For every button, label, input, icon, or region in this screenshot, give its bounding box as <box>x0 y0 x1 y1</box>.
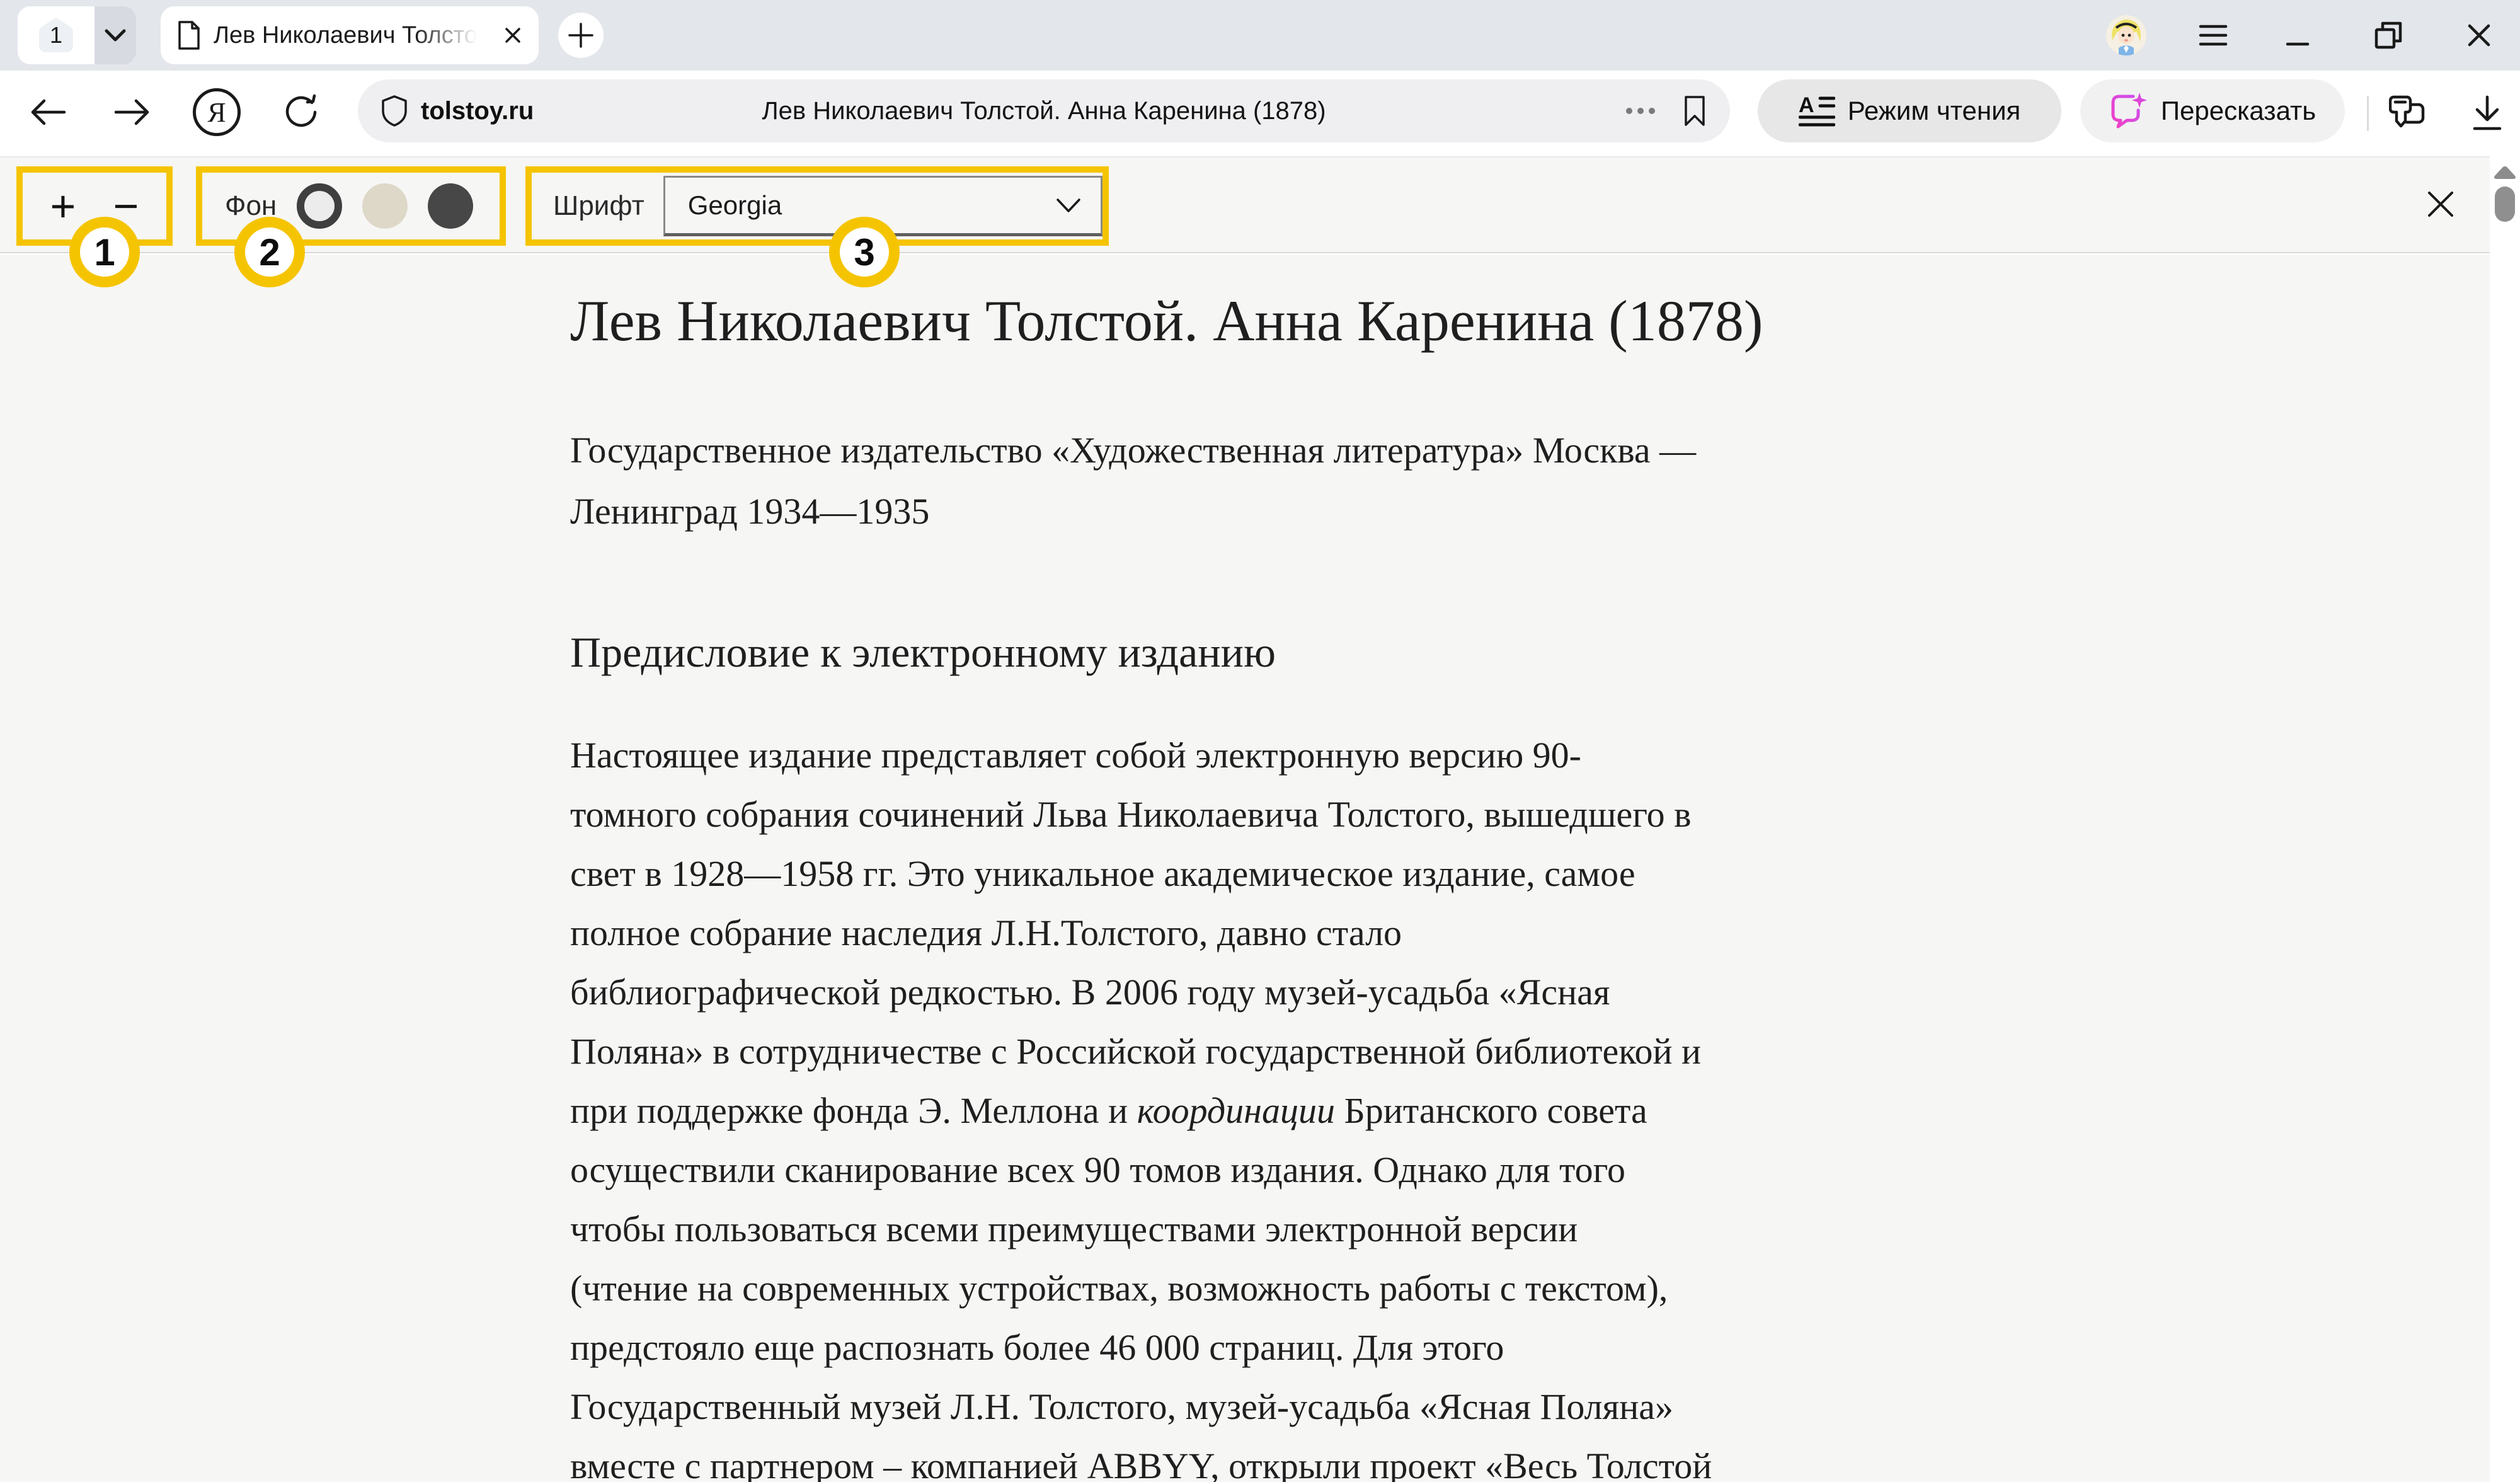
article-subtitle: Государственное издательство «Художестве… <box>570 420 1696 542</box>
tutorial-badge-1: 1 <box>69 217 140 287</box>
retell-button[interactable]: Пересказать <box>2080 79 2345 142</box>
article-title: Лев Николаевич Толстой. Анна Каренина (1… <box>570 287 1763 354</box>
article-heading: Предисловие к электронному изданию <box>570 628 1276 677</box>
browser-tab[interactable]: Лев Николаевич Толстой. Анна Каренина (1… <box>161 6 539 64</box>
tutorial-badge-3: 3 <box>829 217 900 287</box>
forward-button[interactable] <box>102 82 163 142</box>
downloads-button[interactable] <box>2456 82 2519 145</box>
forward-icon <box>113 97 151 127</box>
tab-list-dropdown[interactable] <box>94 6 136 64</box>
tab-counter-shield-icon: 1 <box>38 16 74 55</box>
back-button[interactable] <box>18 82 78 142</box>
close-icon <box>2466 23 2492 48</box>
tab-counter-widget[interactable]: 1 <box>18 6 136 64</box>
tab-title: Лев Николаевич Толстой. Анна Каренина (1… <box>214 22 503 49</box>
svg-text:А: А <box>1799 93 1814 117</box>
paragraph-text: Настоящее издание представляет собой эле… <box>570 735 1701 1131</box>
bg-swatch-dark[interactable] <box>428 183 473 229</box>
download-icon <box>2470 95 2505 132</box>
address-bar[interactable]: Лев Николаевич Толстой. Анна Каренина (1… <box>358 79 1730 142</box>
restore-button[interactable] <box>2360 0 2417 71</box>
reading-mode-icon: А <box>1799 93 1835 129</box>
browser-window: 1 Лев Николаевич Толстой. Анна Каренина … <box>0 0 2520 1482</box>
tab-counter-value: 1 <box>50 22 62 49</box>
plus-icon <box>567 21 595 49</box>
new-tab-button[interactable] <box>558 13 604 58</box>
zoom-in-button[interactable]: + <box>50 184 76 228</box>
user-avatar[interactable] <box>2106 15 2146 55</box>
reading-mode-label: Режим чтения <box>1848 96 2021 126</box>
font-label: Шрифт <box>553 190 644 222</box>
bg-swatch-light[interactable] <box>297 183 342 229</box>
reading-toolbar: + − Фон Шрифт Georgia <box>0 156 2490 253</box>
reload-button[interactable] <box>271 82 331 142</box>
retell-sparkle-icon <box>2109 91 2148 130</box>
close-reading-icon <box>2426 189 2456 219</box>
bookmark-icon[interactable] <box>1682 95 1707 127</box>
shield-icon[interactable] <box>381 95 408 127</box>
back-icon <box>29 97 67 127</box>
more-options-icon[interactable] <box>1624 107 1657 115</box>
bg-swatch-sepia[interactable] <box>362 183 408 229</box>
reader-content: Лев Николаевич Толстой. Анна Каренина (1… <box>0 255 2490 1482</box>
hamburger-icon <box>2199 24 2228 47</box>
site-domain: tolstoy.ru <box>421 97 534 125</box>
yandex-home-button[interactable]: Я <box>186 82 247 142</box>
reload-icon <box>282 93 320 131</box>
restore-icon <box>2374 21 2403 50</box>
tutorial-badge-2: 2 <box>234 217 305 287</box>
scroll-up-arrow[interactable] <box>2494 165 2516 180</box>
font-controls-highlight: Шрифт Georgia <box>525 166 1109 246</box>
passwords-cards-button[interactable] <box>2376 82 2439 145</box>
tab-close-icon[interactable] <box>503 26 522 45</box>
article-paragraph: Настоящее издание представляет собой эле… <box>570 726 1712 1482</box>
scrollbar[interactable] <box>2490 156 2520 1482</box>
document-icon <box>177 21 201 50</box>
paragraph-italic-text: координации <box>1137 1090 1335 1131</box>
yandex-logo-icon: Я <box>193 88 241 136</box>
main-toolbar: Я Лев Николаевич Толстой. Анна Каренина … <box>0 71 2520 156</box>
scrollbar-thumb[interactable] <box>2495 187 2515 222</box>
chevron-down-icon <box>1055 197 1082 214</box>
close-window-button[interactable] <box>2451 0 2507 71</box>
minimize-icon <box>2285 23 2310 48</box>
minimize-button[interactable] <box>2269 0 2326 71</box>
tab-counter[interactable]: 1 <box>18 6 94 64</box>
font-select-value: Georgia <box>688 190 782 221</box>
address-page-title: Лев Николаевич Толстой. Анна Каренина (1… <box>358 97 1730 125</box>
menu-button[interactable] <box>2185 0 2242 71</box>
paragraph-text-continued: Британского совета осуществили сканирова… <box>570 1090 1712 1482</box>
close-reading-mode-button[interactable] <box>2418 181 2463 227</box>
tab-strip: 1 Лев Николаевич Толстой. Анна Каренина … <box>0 0 2520 71</box>
passwords-cards-icon <box>2389 95 2427 132</box>
reading-mode-button[interactable]: А Режим чтения <box>1758 79 2061 142</box>
retell-label: Пересказать <box>2161 96 2316 126</box>
toolbar-divider <box>2367 96 2369 131</box>
